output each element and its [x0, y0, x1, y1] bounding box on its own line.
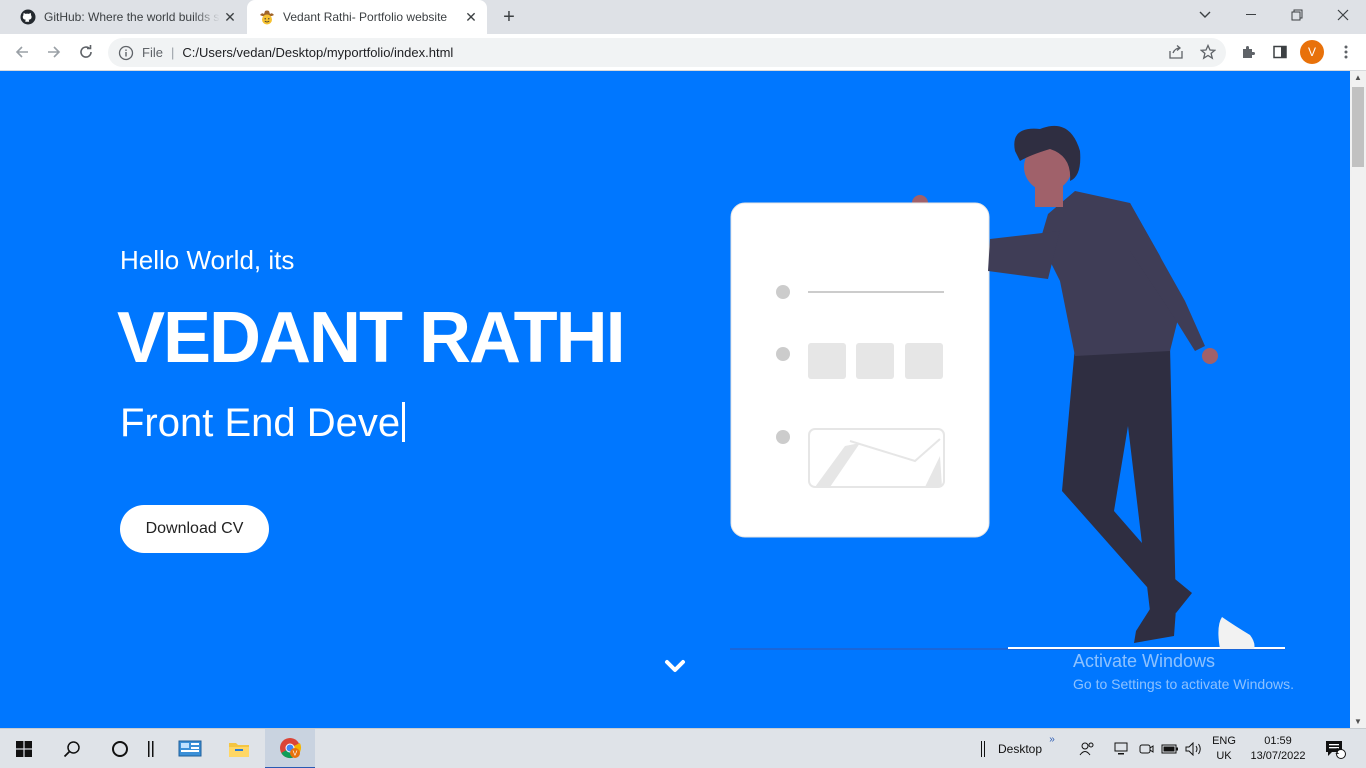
minimize-icon[interactable] [1228, 0, 1274, 30]
scheme-label: File [142, 45, 163, 60]
tab-title: GitHub: Where the world builds software [44, 10, 220, 24]
file-explorer-icon[interactable] [214, 729, 264, 768]
watermark-title: Activate Windows [1073, 651, 1216, 671]
github-icon [20, 9, 36, 25]
reload-icon[interactable] [74, 40, 98, 64]
browser-toolbar: File | C:/Users/vedan/Desktop/myportfoli… [0, 34, 1366, 71]
back-arrow-icon[interactable] [10, 40, 34, 64]
tab-portfolio[interactable]: Vedant Rathi- Portfolio website ✕ [247, 0, 487, 34]
address-bar[interactable]: File | C:/Users/vedan/Desktop/myportfoli… [108, 38, 1226, 67]
network-icon[interactable] [1112, 729, 1132, 768]
people-icon[interactable] [1076, 729, 1098, 768]
profile-avatar[interactable]: V [1300, 40, 1324, 64]
toolbar-divider [978, 729, 988, 768]
windows-start-icon[interactable] [0, 729, 48, 768]
cortana-icon[interactable] [96, 729, 144, 768]
task-view-icon[interactable] [144, 729, 158, 768]
extensions-puzzle-icon[interactable] [1236, 40, 1260, 64]
activate-windows-watermark: Activate Windows Go to Settings to activ… [1073, 651, 1294, 692]
tab-title: Vedant Rathi- Portfolio website [283, 10, 448, 24]
close-window-icon[interactable] [1320, 0, 1366, 30]
typing-caret [402, 402, 406, 442]
hero-name: VEDANT RATHI [117, 298, 626, 378]
side-panel-icon[interactable] [1268, 40, 1292, 64]
chrome-icon: V [280, 738, 302, 759]
chevron-down-icon[interactable] [663, 657, 687, 677]
hero-greeting: Hello World, its [120, 245, 295, 275]
chevron-down-icon[interactable] [1182, 0, 1228, 30]
volume-icon[interactable] [1184, 729, 1204, 768]
search-icon[interactable] [48, 729, 96, 768]
scrollbar-thumb[interactable] [1352, 87, 1364, 167]
tab-github[interactable]: GitHub: Where the world builds software … [8, 0, 246, 34]
region-code: UK [1216, 750, 1232, 762]
separator: | [170, 45, 175, 60]
menu-kebab-icon[interactable] [1334, 40, 1358, 64]
bookmark-star-icon[interactable] [1196, 40, 1220, 64]
share-icon[interactable] [1164, 40, 1188, 64]
language-indicator[interactable]: ENG UK [1206, 729, 1242, 768]
notification-icon[interactable]: 1 [1320, 729, 1350, 768]
chrome-taskbar-button[interactable]: V [265, 729, 315, 768]
hero-role-text: Front End Deve [120, 401, 401, 445]
clock-date: 13/07/2022 [1250, 750, 1306, 762]
taskbar: V Desktop » ENG UK 01:59 13/07/2022 1 [0, 728, 1366, 768]
scroll-up-icon[interactable]: ▲ [1354, 73, 1362, 82]
watermark-subtitle: Go to Settings to activate Windows. [1073, 676, 1294, 692]
info-icon[interactable] [118, 45, 134, 61]
hero-section: Hello World, its VEDANT RATHI Front End … [0, 71, 1350, 728]
battery-icon[interactable] [1160, 729, 1180, 768]
svg-text:V: V [293, 751, 298, 758]
clock-time: 01:59 [1264, 735, 1292, 747]
meet-now-icon[interactable] [1136, 729, 1156, 768]
hero-illustration [730, 125, 1285, 650]
download-cv-button[interactable]: Download CV [120, 505, 269, 553]
url-text: C:/Users/vedan/Desktop/myportfolio/index… [182, 45, 454, 60]
vertical-scrollbar[interactable]: ▲ ▼ [1350, 71, 1366, 728]
language-code: ENG [1212, 735, 1236, 747]
hero-role: Front End Deve [120, 401, 406, 446]
restore-icon[interactable] [1274, 0, 1320, 30]
scroll-down-icon[interactable]: ▼ [1354, 717, 1362, 726]
notification-count: 1 [1335, 747, 1340, 756]
cowboy-emoji-icon [259, 9, 275, 25]
desktop-toolbar[interactable]: Desktop [992, 729, 1048, 768]
clock[interactable]: 01:59 13/07/2022 [1244, 729, 1312, 768]
forward-arrow-icon[interactable] [42, 40, 66, 64]
chevrons-right-icon[interactable]: » [1044, 719, 1060, 759]
tab-strip: GitHub: Where the world builds software … [0, 0, 1366, 34]
close-icon[interactable]: ✕ [461, 7, 481, 27]
control-panel-icon[interactable] [166, 729, 214, 768]
close-icon[interactable]: ✕ [220, 7, 240, 27]
new-tab-button[interactable]: + [498, 6, 520, 28]
